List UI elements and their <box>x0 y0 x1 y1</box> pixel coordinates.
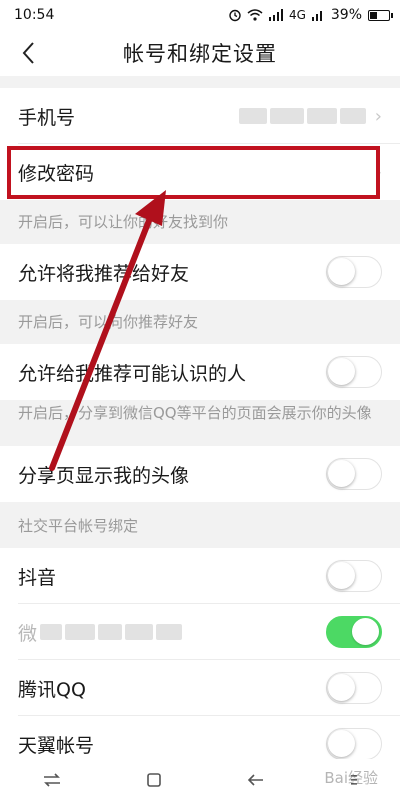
recommend-me-toggle[interactable] <box>326 256 382 288</box>
back-button[interactable] <box>10 34 46 72</box>
recommend-known-row: 允许给我推荐可能认识的人 <box>0 344 400 400</box>
recommend-me-label: 允许将我推荐给好友 <box>18 262 190 285</box>
douyin-toggle[interactable] <box>326 560 382 592</box>
chevron-right-icon: › <box>374 105 382 127</box>
network-type: 4G <box>288 8 306 22</box>
hint-find-friends: 开启后，可以让你的好友找到你 <box>18 213 229 231</box>
status-indicators: 4G 39% <box>228 7 393 23</box>
phone-label: 手机号 <box>18 106 76 129</box>
chevron-right-icon: › <box>374 161 382 183</box>
share-avatar-label: 分享页显示我的头像 <box>18 464 190 487</box>
square-icon[interactable] <box>146 772 162 788</box>
wechat-toggle[interactable] <box>326 616 382 648</box>
back-arrow-icon <box>22 42 34 64</box>
back-nav-icon[interactable] <box>247 773 265 787</box>
change-password-label: 修改密码 <box>18 162 95 185</box>
wechat-row: 微 <box>0 604 400 660</box>
share-avatar-row: 分享页显示我的头像 <box>0 446 400 502</box>
recommend-known-toggle[interactable] <box>326 356 382 388</box>
battery-icon <box>368 9 393 21</box>
tianyi-toggle[interactable] <box>326 728 382 759</box>
phone-row[interactable]: 手机号 › <box>0 88 400 144</box>
recommend-known-label: 允许给我推荐可能认识的人 <box>18 362 247 385</box>
hint-recommend-friends: 开启后，可以向你推荐好友 <box>18 313 199 331</box>
wechat-label-redacted: 微 <box>18 619 183 646</box>
system-nav-bar: Bai经验 <box>0 759 400 800</box>
qq-toggle[interactable] <box>326 672 382 704</box>
share-avatar-toggle[interactable] <box>326 458 382 490</box>
tianyi-label: 天翼帐号 <box>18 734 95 757</box>
recommend-me-row: 允许将我推荐给好友 <box>0 244 400 300</box>
change-password-row[interactable]: 修改密码 › <box>0 144 400 200</box>
page-title: 帐号和绑定设置 <box>123 42 277 66</box>
header-bar: 帐号和绑定设置 <box>0 30 400 76</box>
watermark-text: Bai经验 <box>324 769 378 787</box>
wifi-icon <box>247 9 263 21</box>
douyin-label: 抖音 <box>18 566 57 589</box>
battery-percent: 39% <box>330 7 362 23</box>
settings-list: 手机号 › 修改密码 › 开启后，可以让你的好友找到你 允许将我推荐给好友 开启… <box>0 84 400 759</box>
qq-row: 腾讯QQ <box>0 660 400 716</box>
battery-level <box>370 11 377 19</box>
phone-value-redacted: › <box>238 105 382 127</box>
alarm-icon <box>229 9 241 22</box>
section-social-title: 社交平台帐号绑定 <box>18 517 139 535</box>
douyin-row: 抖音 <box>0 548 400 604</box>
signal-icon <box>268 9 283 21</box>
wechat-label: 微 <box>18 622 38 645</box>
status-bar: 10:54 4G 39% <box>0 0 400 30</box>
signal-icon <box>311 11 322 21</box>
tianyi-row: 天翼帐号 <box>0 716 400 759</box>
qq-label: 腾讯QQ <box>18 678 86 701</box>
hint-share-avatar: 开启后，分享到微信QQ等平台的页面会展示你的头像 <box>18 404 372 422</box>
menu-icon[interactable] <box>43 772 61 787</box>
status-time: 10:54 <box>14 7 55 23</box>
